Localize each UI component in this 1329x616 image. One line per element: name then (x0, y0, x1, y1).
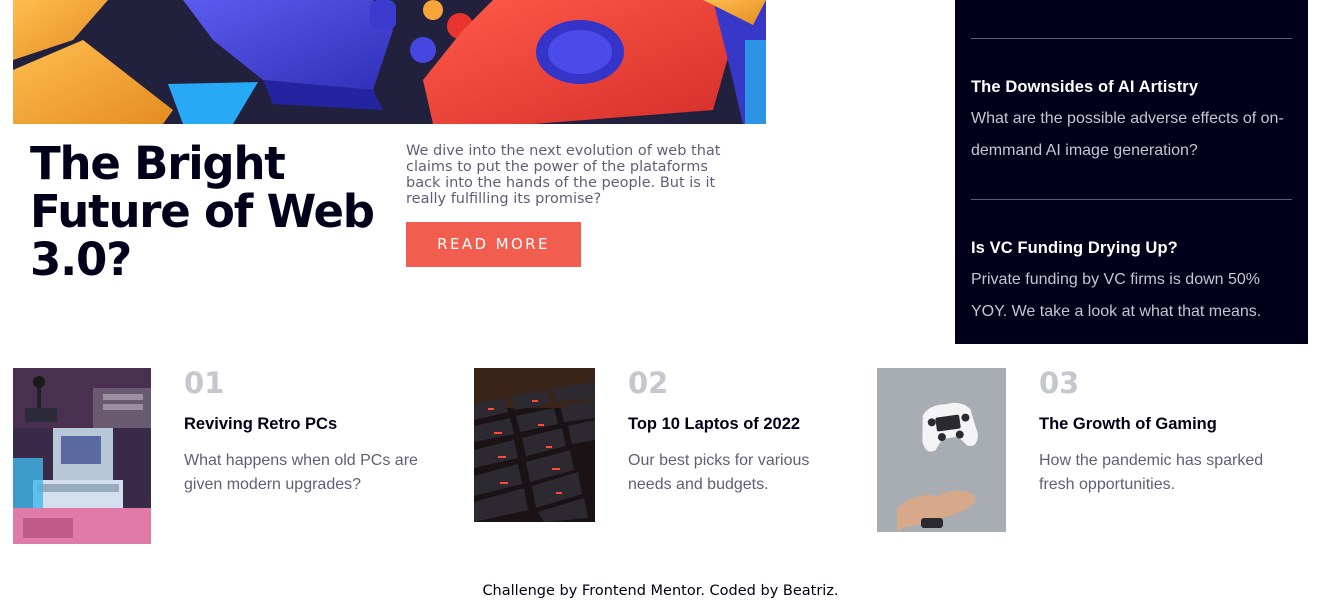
article-title-laptops[interactable]: Top 10 Laptos of 2022 (628, 415, 800, 434)
panel-divider (971, 38, 1292, 39)
retro-pcs-image[interactable] (13, 368, 151, 544)
new-articles-panel: The Downsides of AI Artistry What are th… (955, 0, 1308, 344)
hero-image (13, 0, 766, 124)
laptops-image[interactable] (474, 368, 595, 522)
article-title-retro-pcs[interactable]: Reviving Retro PCs (184, 415, 337, 434)
article-description: What happens when old PCs are given mode… (184, 452, 418, 493)
new-item-description: Private funding by VC firms is down 50% … (971, 271, 1262, 320)
footer-attribution: Challenge by Frontend Mentor. Coded by B… (482, 583, 839, 599)
article-description: How the pandemic has sparked fresh oppor… (1039, 452, 1264, 493)
new-item-title-ai-artistry[interactable]: The Downsides of AI Artistry (971, 78, 1198, 97)
hero-description: We dive into the next evolution of web t… (406, 143, 721, 207)
read-more-button[interactable]: READ MORE (406, 222, 581, 267)
new-item-title-vc-funding[interactable]: Is VC Funding Drying Up? (971, 239, 1178, 258)
article-number: 03 (1039, 366, 1080, 400)
hero-title: The Bright Future of Web 3.0? (30, 137, 375, 286)
article-number: 02 (628, 366, 669, 400)
article-description: Our best picks for various needs and bud… (628, 452, 810, 493)
gaming-image[interactable] (877, 368, 1006, 532)
new-item-description: What are the possible adverse effects of… (971, 110, 1284, 159)
article-title-gaming[interactable]: The Growth of Gaming (1039, 415, 1217, 434)
panel-divider (971, 199, 1292, 200)
article-number: 01 (184, 366, 225, 400)
